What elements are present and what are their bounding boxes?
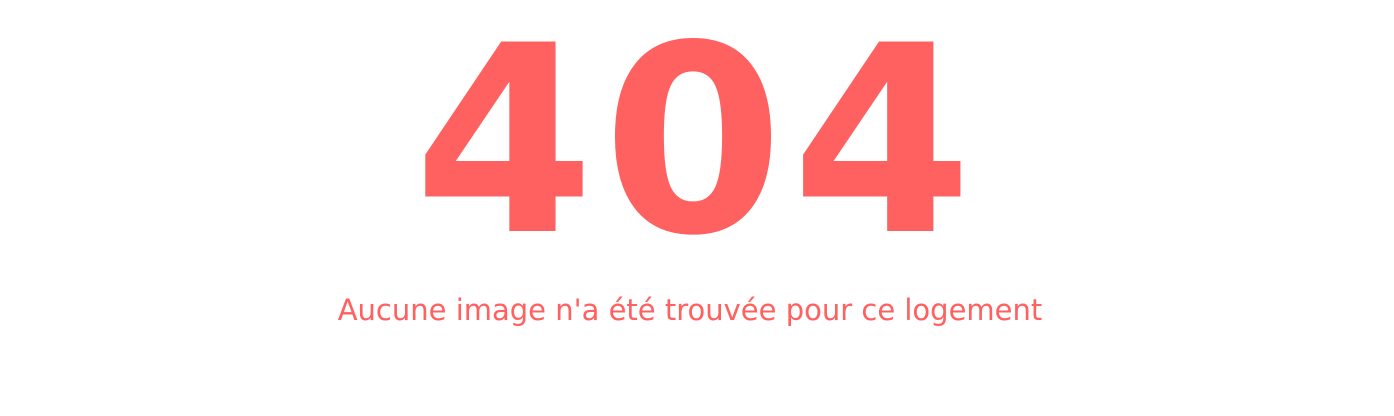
error-message: Aucune image n'a été trouvée pour ce log…	[337, 293, 1043, 327]
error-code: 404	[413, 0, 981, 293]
